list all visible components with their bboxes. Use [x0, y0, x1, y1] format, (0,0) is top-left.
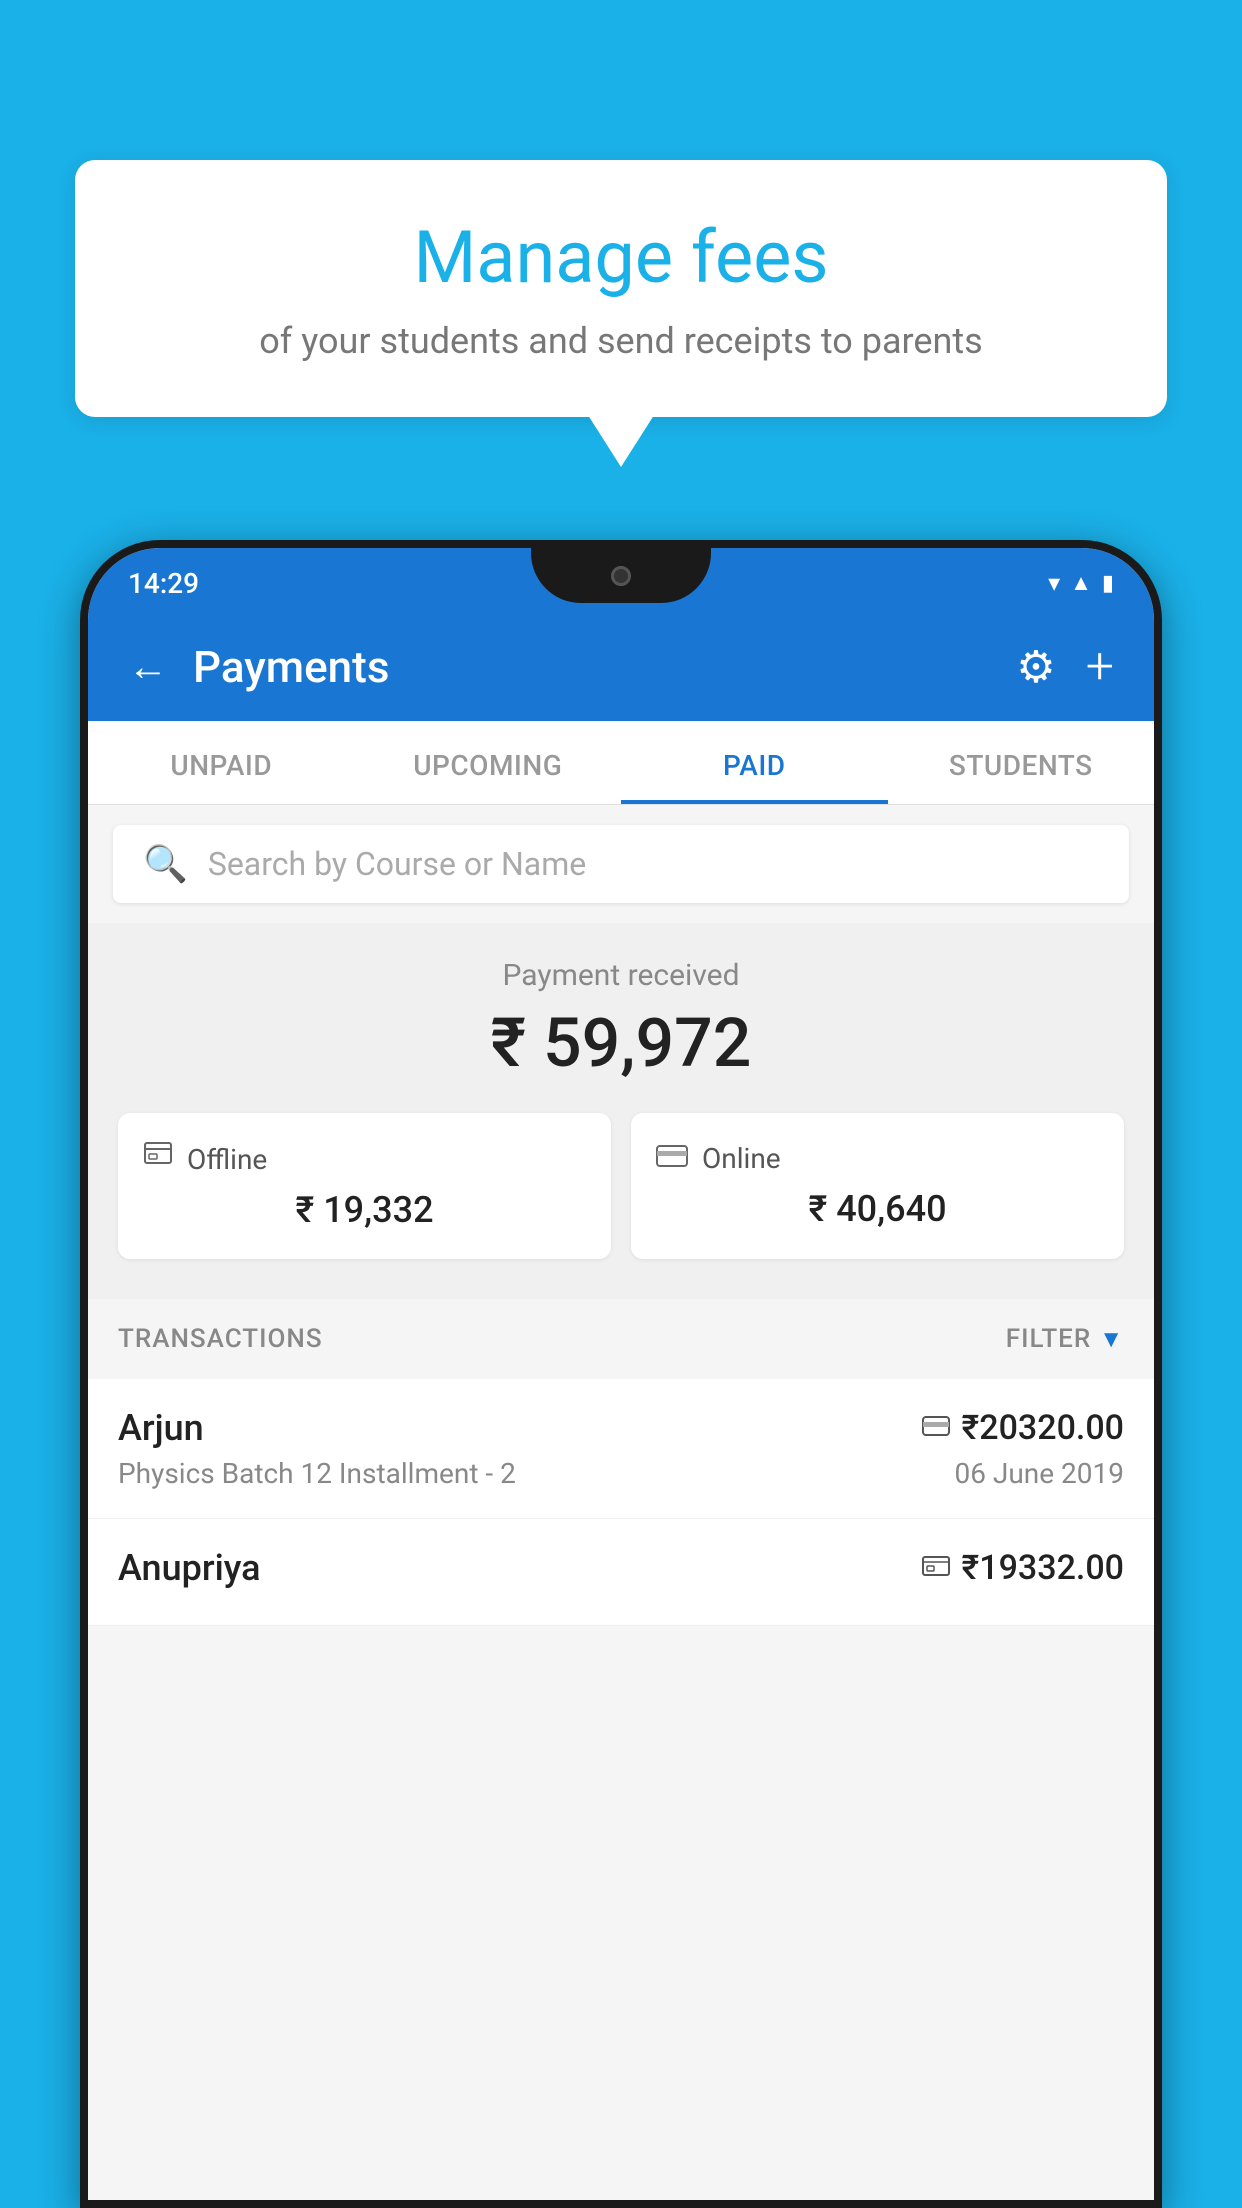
tab-paid[interactable]: PAID: [621, 721, 888, 804]
page-title: Payments: [193, 641, 389, 693]
transaction-row[interactable]: Anupriya ₹19332.00: [88, 1519, 1154, 1626]
add-button[interactable]: +: [1086, 638, 1114, 696]
online-card: Online ₹ 40,640: [631, 1113, 1124, 1259]
battery-icon: ▮: [1102, 571, 1114, 596]
transaction-top: Arjun ₹20320.00: [118, 1407, 1124, 1449]
card-payment-icon: [922, 1412, 950, 1445]
settings-icon[interactable]: ⚙: [1016, 641, 1055, 693]
transaction-amount: ₹20320.00: [962, 1408, 1124, 1448]
offline-label: Offline: [187, 1143, 267, 1176]
notch: [531, 548, 711, 603]
filter-icon: ▼: [1099, 1325, 1124, 1354]
bubble-subtitle: of your students and send receipts to pa…: [135, 320, 1107, 362]
transaction-date: 06 June 2019: [954, 1457, 1124, 1490]
transaction-name: Arjun: [118, 1407, 204, 1449]
search-icon: 🔍: [143, 843, 188, 885]
phone-inner: 14:29 ▾ ▲ ▮ ← Payments: [88, 548, 1154, 2200]
filter-button[interactable]: FILTER ▼: [1006, 1324, 1124, 1354]
speech-bubble-container: Manage fees of your students and send re…: [75, 160, 1167, 417]
status-bar: 14:29 ▾ ▲ ▮: [88, 548, 1154, 618]
app-header: ← Payments ⚙ +: [88, 618, 1154, 721]
offline-card-header: Offline: [143, 1141, 586, 1177]
online-icon: [656, 1141, 688, 1176]
tabs-bar: UNPAID UPCOMING PAID STUDENTS: [88, 721, 1154, 805]
offline-icon: [143, 1141, 173, 1177]
status-time: 14:29: [128, 567, 199, 600]
background: Manage fees of your students and send re…: [0, 0, 1242, 2208]
transaction-amount-wrap: ₹19332.00: [922, 1548, 1124, 1588]
camera: [611, 566, 631, 586]
tab-upcoming[interactable]: UPCOMING: [355, 721, 622, 804]
phone-frame: 14:29 ▾ ▲ ▮ ← Payments: [80, 540, 1162, 2208]
speech-bubble: Manage fees of your students and send re…: [75, 160, 1167, 417]
transactions-header: TRANSACTIONS FILTER ▼: [88, 1299, 1154, 1379]
payment-received-label: Payment received: [118, 958, 1124, 993]
back-button[interactable]: ←: [128, 647, 168, 687]
transaction-amount: ₹19332.00: [962, 1548, 1124, 1588]
transaction-top: Anupriya ₹19332.00: [118, 1547, 1124, 1589]
signal-icon: ▲: [1070, 570, 1092, 596]
header-right: ⚙ +: [1016, 638, 1114, 696]
wifi-icon: ▾: [1048, 569, 1060, 597]
header-left: ← Payments: [128, 641, 389, 693]
offline-amount: ₹ 19,332: [143, 1189, 586, 1231]
transaction-row[interactable]: Arjun ₹20320.00 Physics Batch 12 Install…: [88, 1379, 1154, 1519]
payment-summary: Payment received ₹ 59,972: [88, 923, 1154, 1299]
transaction-amount-wrap: ₹20320.00: [922, 1408, 1124, 1448]
payment-total-amount: ₹ 59,972: [118, 1003, 1124, 1083]
offline-card: Offline ₹ 19,332: [118, 1113, 611, 1259]
bubble-title: Manage fees: [135, 215, 1107, 300]
tab-students[interactable]: STUDENTS: [888, 721, 1155, 804]
cash-payment-icon: [922, 1552, 950, 1585]
online-amount: ₹ 40,640: [656, 1188, 1099, 1230]
transaction-bottom: Physics Batch 12 Installment - 2 06 June…: [118, 1457, 1124, 1490]
transactions-label: TRANSACTIONS: [118, 1324, 323, 1354]
status-icons: ▾ ▲ ▮: [1048, 569, 1114, 597]
search-bar[interactable]: 🔍 Search by Course or Name: [113, 825, 1129, 903]
search-input[interactable]: Search by Course or Name: [208, 845, 586, 883]
online-card-header: Online: [656, 1141, 1099, 1176]
online-label: Online: [702, 1142, 781, 1175]
tab-unpaid[interactable]: UNPAID: [88, 721, 355, 804]
search-container: 🔍 Search by Course or Name: [88, 805, 1154, 923]
transaction-name: Anupriya: [118, 1547, 261, 1589]
transaction-course: Physics Batch 12 Installment - 2: [118, 1457, 516, 1490]
payment-cards: Offline ₹ 19,332: [118, 1113, 1124, 1259]
